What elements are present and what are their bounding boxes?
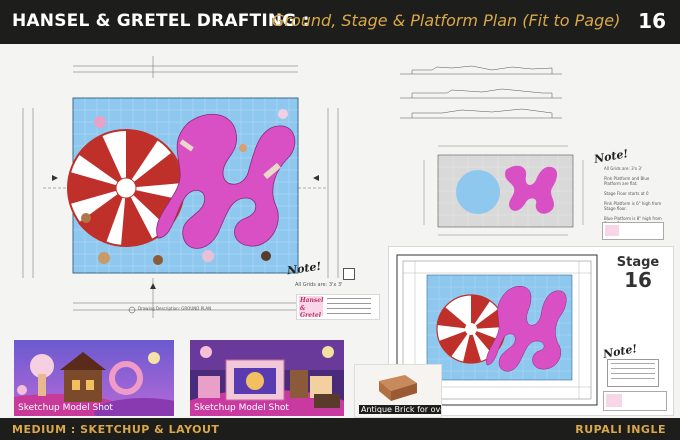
platform-plan-svg <box>423 145 584 236</box>
note-line: Pink Platform and Blue Platform are flat… <box>604 176 650 186</box>
blue-platform <box>456 170 500 214</box>
title-block-line <box>327 298 371 299</box>
model-shot-2: Sketchup Model Shot <box>190 340 344 416</box>
show-logo: Hansel & Gretel <box>299 296 324 319</box>
footer-bar: MEDIUM : SKETCHUP & LAYOUT RUPALI INGLE <box>0 418 680 440</box>
stage-legend-box <box>607 359 659 387</box>
footer-medium: MEDIUM : SKETCHUP & LAYOUT <box>12 423 220 436</box>
thumbnail-caption: Sketchup Model Shot <box>18 403 113 413</box>
brick-caption: Antique Brick for oven <box>359 405 441 414</box>
platform-plan-drawing <box>418 140 588 240</box>
section-elevations <box>392 62 570 124</box>
note-heading: Note! <box>286 259 323 278</box>
mini-logo <box>605 225 619 236</box>
header-title: HANSEL & GRETEL DRAFTING : <box>12 11 310 31</box>
note-line: Pink Platform is 6" high from Stage floo… <box>604 201 662 211</box>
thumbnail-caption: Sketchup Model Shot <box>194 403 289 413</box>
title-block-line <box>327 308 371 309</box>
model-shot-1: Sketchup Model Shot <box>14 340 174 416</box>
header-bar: HANSEL & GRETEL DRAFTING : Ground, Stage… <box>0 0 680 44</box>
brick-sample: Antique Brick for oven <box>354 364 442 418</box>
title-block: Hansel & Gretel <box>296 294 380 320</box>
right-title-block <box>602 222 664 240</box>
note-text: All Grids are: 3'x 3' <box>295 282 343 288</box>
footer-author: RUPALI INGLE <box>575 423 666 436</box>
note-heading-right: Note! <box>593 147 630 166</box>
logo-line2: & Gretel <box>300 305 321 319</box>
logo-line1: Hansel <box>300 297 324 304</box>
stage-title-block <box>603 391 667 411</box>
note-lines: All Grids are: 3'x 3' Pink Platform and … <box>604 166 666 226</box>
drawing-caption: Drawing Description: GROUND PLAN <box>138 306 212 311</box>
title-block-line <box>327 313 371 314</box>
grid-legend-swatch <box>343 268 355 280</box>
stage-number: 16 <box>624 268 652 292</box>
mini-logo <box>606 394 622 407</box>
note-line: All Grids are: 3'x 3' <box>604 166 642 171</box>
title-block-line <box>327 303 371 304</box>
note-line: Stage Floor starts at 0 <box>604 191 649 196</box>
elevations-svg <box>400 65 562 119</box>
page-number: 16 <box>638 9 666 33</box>
platform-notes: Note! All Grids are: 3'x 3' Pink Platfor… <box>593 147 666 240</box>
header-subtitle: Ground, Stage & Platform Plan (Fit to Pa… <box>272 11 621 30</box>
stage-badge: Stage 16 <box>613 255 663 297</box>
